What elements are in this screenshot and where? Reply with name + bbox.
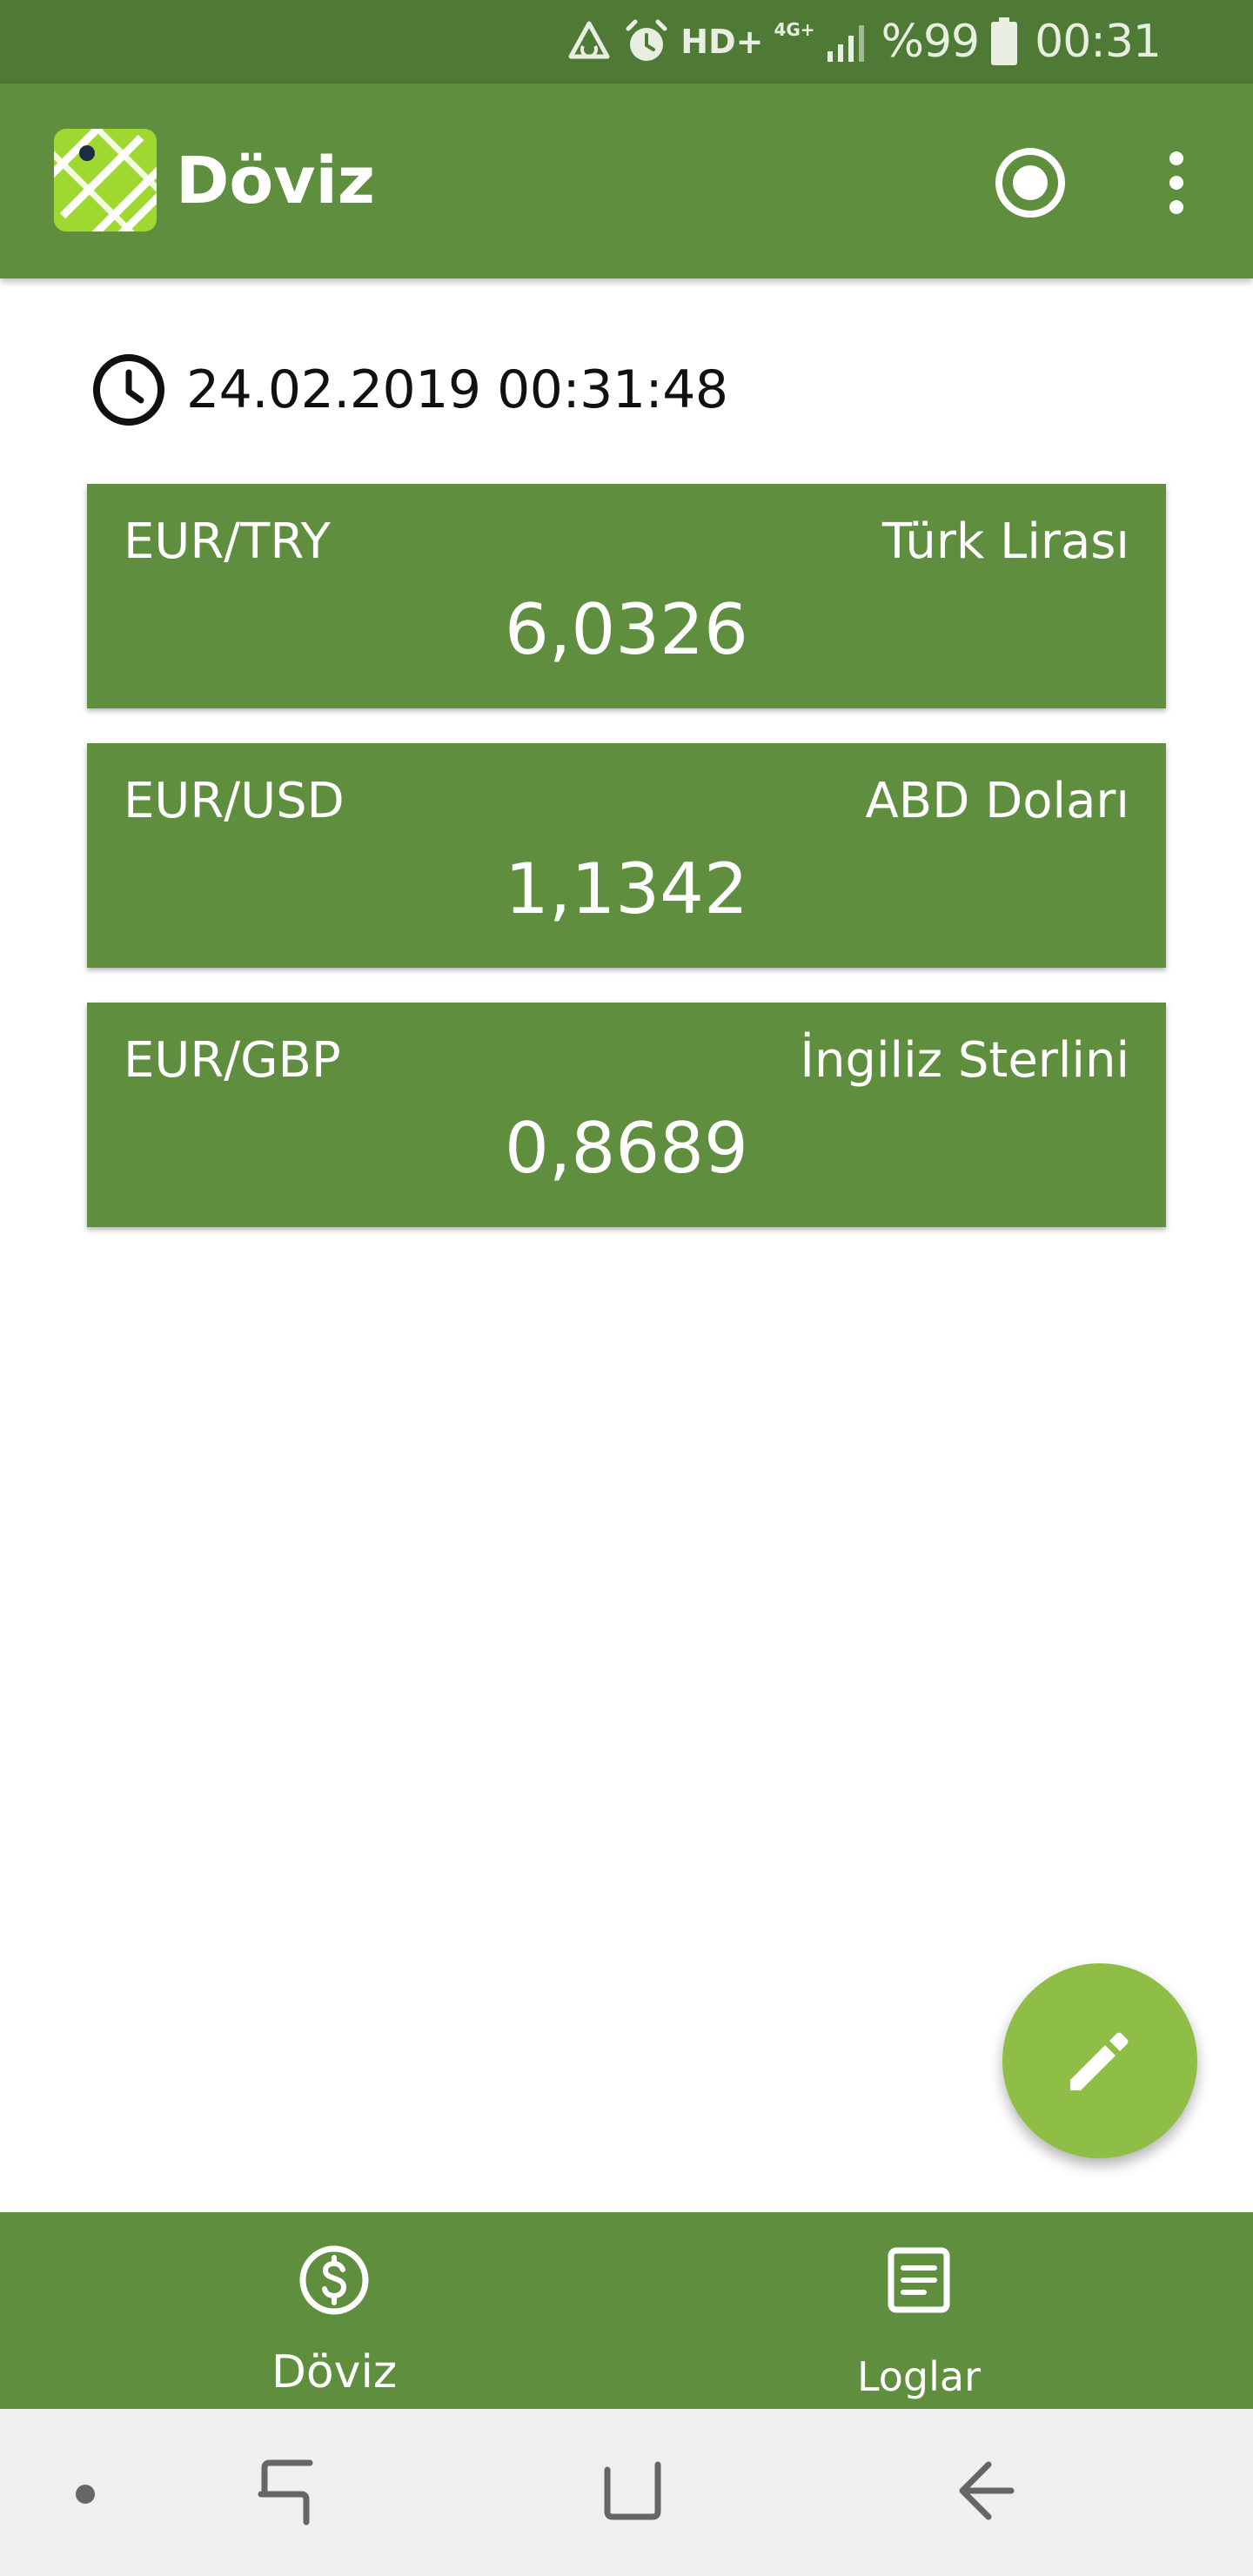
recent-apps-icon[interactable] xyxy=(252,2456,318,2529)
nav-item-doviz[interactable]: Döviz xyxy=(160,2212,508,2409)
alarm-icon xyxy=(626,19,667,61)
dollar-coin-icon xyxy=(299,2245,369,2315)
nav-item-loglar[interactable]: Loglar xyxy=(745,2212,1093,2409)
hd-indicator: HD+ xyxy=(680,23,764,61)
dot-icon xyxy=(76,2485,95,2504)
system-navigation-bar xyxy=(0,2409,1253,2576)
status-icons: HD+ 4G+ %99 00:31 xyxy=(566,12,1162,71)
rate-card-eur-gbp[interactable]: EUR/GBP İngiliz Sterlini 0,8689 xyxy=(87,1003,1166,1227)
battery-icon xyxy=(991,17,1018,65)
signal-icon xyxy=(827,25,864,62)
app-title: Döviz xyxy=(176,144,375,218)
status-clock: 00:31 xyxy=(1035,16,1162,68)
rate-value: 0,8689 xyxy=(505,1108,748,1189)
nav-label-doviz: Döviz xyxy=(271,2346,398,2398)
home-icon[interactable] xyxy=(600,2458,665,2524)
rate-value: 6,0326 xyxy=(505,589,748,670)
rate-card-eur-usd[interactable]: EUR/USD ABD Doları 1,1342 xyxy=(87,743,1166,968)
more-vert-icon xyxy=(1169,151,1183,214)
rate-pair: EUR/USD xyxy=(124,773,345,829)
nav-label-loglar: Loglar xyxy=(856,2353,982,2400)
rate-pair: EUR/TRY xyxy=(124,513,331,570)
status-bar: HD+ 4G+ %99 00:31 xyxy=(0,0,1253,84)
data-saver-icon xyxy=(568,21,610,59)
network-type: 4G+ xyxy=(774,19,815,40)
battery-percent: %99 xyxy=(881,16,981,68)
record-button[interactable] xyxy=(992,144,1069,221)
rate-value: 1,1342 xyxy=(505,849,748,929)
document-icon xyxy=(888,2247,950,2313)
more-options-button[interactable] xyxy=(1149,144,1204,221)
edit-fab-button[interactable] xyxy=(1002,1963,1197,2158)
last-updated-text: 24.02.2019 00:31:48 xyxy=(186,359,728,420)
rate-card-eur-try[interactable]: EUR/TRY Türk Lirası 6,0326 xyxy=(87,484,1166,708)
clock-icon xyxy=(93,354,164,426)
rate-currency-name: İngiliz Sterlini xyxy=(800,1032,1129,1089)
rate-pair: EUR/GBP xyxy=(124,1032,341,1089)
rate-currency-name: Türk Lirası xyxy=(881,513,1129,570)
back-icon[interactable] xyxy=(954,2458,1016,2524)
last-updated: 24.02.2019 00:31:48 xyxy=(90,350,728,430)
rate-currency-name: ABD Doları xyxy=(865,773,1130,829)
app-bar: Döviz xyxy=(0,84,1253,278)
pencil-icon xyxy=(1070,2032,1129,2090)
app-logo xyxy=(54,129,157,231)
bottom-navigation: Döviz Loglar xyxy=(0,2212,1253,2409)
record-icon xyxy=(995,148,1065,218)
